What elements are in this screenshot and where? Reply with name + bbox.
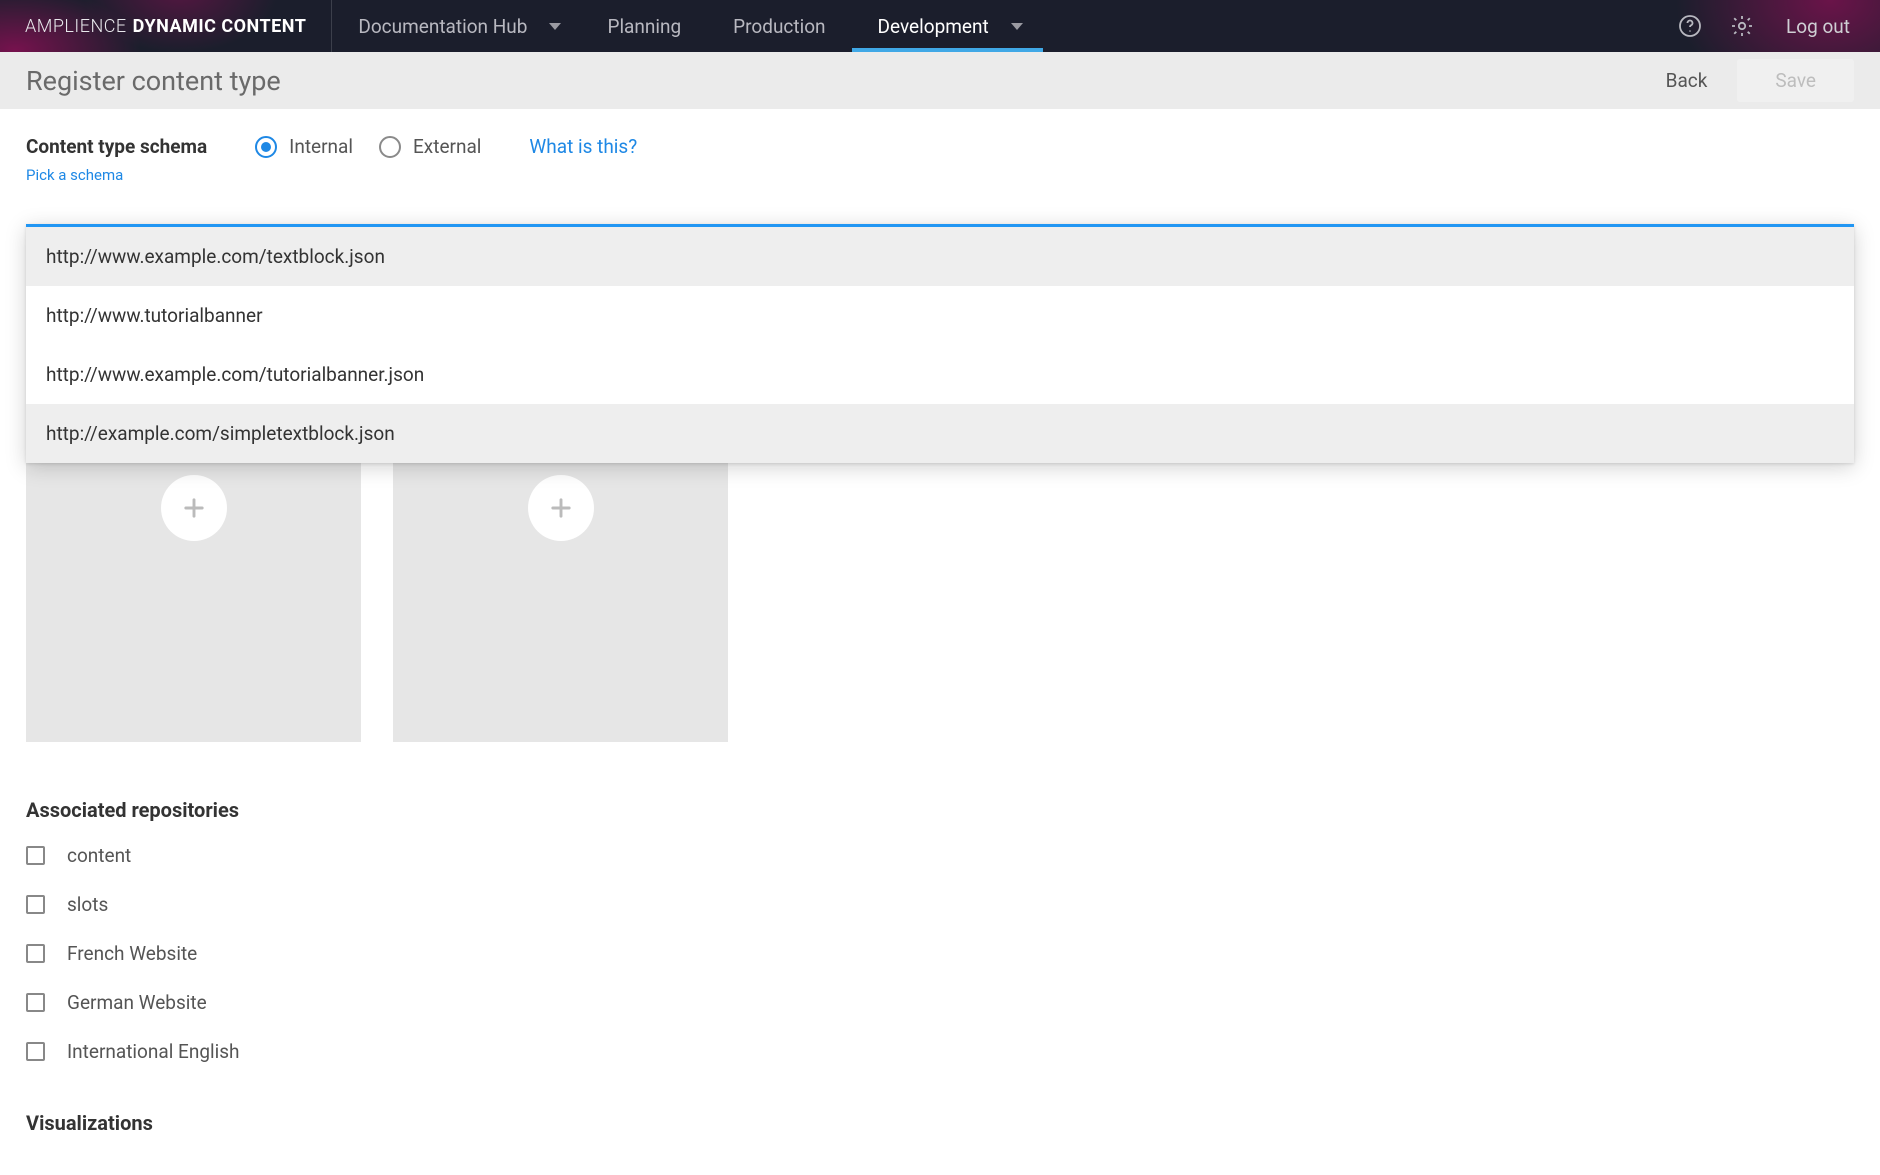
tab-production-label: Production <box>733 15 825 38</box>
pick-schema-link[interactable]: Pick a schema <box>26 166 1854 184</box>
visualizations-heading: Visualizations <box>26 1111 1854 1135</box>
schema-option[interactable]: http://www.tutorialbanner <box>26 286 1854 345</box>
repo-checkbox[interactable] <box>26 846 45 865</box>
repo-checkbox[interactable] <box>26 1042 45 1061</box>
repo-checkbox[interactable] <box>26 895 45 914</box>
schema-dropdown: http://www.example.com/textblock.json ht… <box>26 224 1854 463</box>
repo-label: German Website <box>67 991 207 1014</box>
plus-icon <box>547 494 575 522</box>
tab-planning-label: Planning <box>607 15 681 38</box>
tab-planning[interactable]: Planning <box>581 0 707 52</box>
repo-label: content <box>67 844 131 867</box>
radio-internal-label: Internal <box>289 135 353 158</box>
tab-development-label: Development <box>878 15 989 38</box>
add-card-button[interactable] <box>528 475 594 541</box>
schema-option[interactable]: http://www.example.com/tutorialbanner.js… <box>26 345 1854 404</box>
repo-label: French Website <box>67 942 197 965</box>
brand-logo: AMPLIENCE DYNAMIC CONTENT <box>0 0 332 52</box>
repo-checkbox[interactable] <box>26 944 45 963</box>
radio-external[interactable]: External <box>379 135 481 158</box>
repo-row: International English <box>26 1040 1854 1063</box>
repo-label: slots <box>67 893 108 916</box>
tab-development[interactable]: Development <box>852 0 1043 52</box>
repo-row: German Website <box>26 991 1854 1014</box>
save-button: Save <box>1737 59 1854 102</box>
brand-light: AMPLIENCE <box>25 16 127 37</box>
add-card-button[interactable] <box>161 475 227 541</box>
brand-bold: DYNAMIC CONTENT <box>133 16 307 37</box>
repo-row: slots <box>26 893 1854 916</box>
page-actions: Back Save <box>1666 59 1854 102</box>
help-button[interactable] <box>1664 0 1716 52</box>
repo-checkbox[interactable] <box>26 993 45 1012</box>
repo-checklist: content slots French Website German Webs… <box>26 844 1854 1063</box>
repo-row: French Website <box>26 942 1854 965</box>
hub-label: Documentation Hub <box>358 15 527 38</box>
schema-option[interactable]: http://www.example.com/textblock.json <box>26 227 1854 286</box>
chevron-down-icon <box>1011 23 1023 30</box>
back-button[interactable]: Back <box>1666 69 1708 92</box>
associated-repositories-heading: Associated repositories <box>26 798 1854 822</box>
plus-icon <box>180 494 208 522</box>
radio-icon <box>379 136 401 158</box>
repo-row: content <box>26 844 1854 867</box>
help-icon <box>1678 14 1702 38</box>
schema-row: Content type schema Internal External Wh… <box>26 135 1854 158</box>
chevron-down-icon <box>549 23 561 30</box>
schema-radio-group: Internal External <box>255 135 481 158</box>
nav-spacer <box>1043 0 1664 52</box>
tab-production[interactable]: Production <box>707 0 851 52</box>
settings-button[interactable] <box>1716 0 1768 52</box>
radio-icon <box>255 136 277 158</box>
what-is-this-link[interactable]: What is this? <box>529 135 637 158</box>
radio-internal[interactable]: Internal <box>255 135 353 158</box>
logout-label: Log out <box>1786 15 1850 38</box>
logout-link[interactable]: Log out <box>1768 0 1880 52</box>
hub-dropdown[interactable]: Documentation Hub <box>332 0 581 52</box>
repo-label: International English <box>67 1040 240 1063</box>
schema-label: Content type schema <box>26 135 207 158</box>
top-nav: AMPLIENCE DYNAMIC CONTENT Documentation … <box>0 0 1880 52</box>
page-header: Register content type Back Save <box>0 52 1880 109</box>
gear-icon <box>1730 14 1754 38</box>
radio-external-label: External <box>413 135 481 158</box>
page-title: Register content type <box>26 65 281 97</box>
schema-option[interactable]: http://example.com/simpletextblock.json <box>26 404 1854 463</box>
